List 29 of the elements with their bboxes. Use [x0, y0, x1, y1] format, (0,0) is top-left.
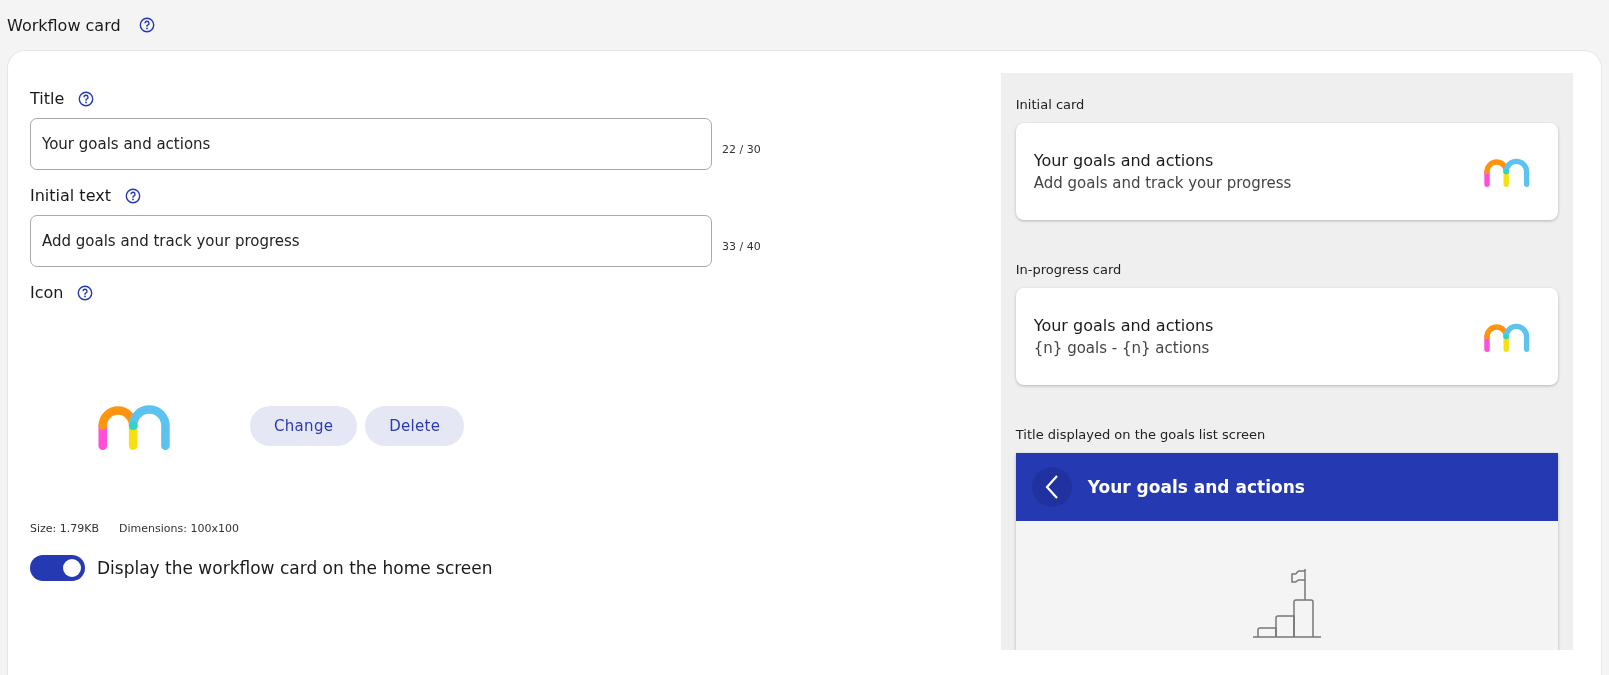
card-subtitle: {n} goals - {n} actions: [1033, 339, 1211, 357]
character-counter: 33 / 40: [722, 240, 761, 255]
text-field[interactable]: Your goals and actions: [30, 118, 712, 170]
field-label: Title: [30, 89, 65, 108]
chevron-left-icon: [1044, 474, 1059, 500]
card-title: Your goals and actions: [1033, 151, 1215, 170]
preview-caption: Initial card: [1015, 97, 1086, 112]
section-title: Workflow card: [7, 15, 121, 35]
preview-caption: Title displayed on the goals list screen: [1015, 427, 1267, 442]
file-dimensions: Dimensions: 100x100: [119, 522, 239, 535]
toggle-label: Display the workflow card on the home screen: [97, 558, 493, 578]
help-icon[interactable]: [138, 17, 155, 33]
card-title: Your goals and actions: [1033, 316, 1214, 335]
text-field[interactable]: Add goals and track your progress: [30, 215, 712, 267]
stairs-flag-icon: [1251, 567, 1322, 639]
field-label: Icon: [30, 283, 64, 302]
preview-caption: In-progress card: [1015, 262, 1123, 277]
character-counter: 22 / 30: [722, 143, 761, 158]
help-icon[interactable]: [77, 284, 94, 301]
icon-button[interactable]: Change: [250, 406, 358, 446]
screen-title: Your goals and actions: [1087, 477, 1305, 497]
help-icon[interactable]: [78, 90, 95, 107]
toggle-switch[interactable]: [30, 555, 85, 581]
card-subtitle: Add goals and track your progress: [1033, 174, 1292, 192]
field-label: Initial text: [30, 186, 111, 205]
help-icon[interactable]: [124, 187, 141, 204]
icon-button[interactable]: Delete: [365, 406, 465, 446]
file-size: Size: 1.79KB: [30, 522, 100, 535]
back-button[interactable]: [1031, 467, 1072, 507]
